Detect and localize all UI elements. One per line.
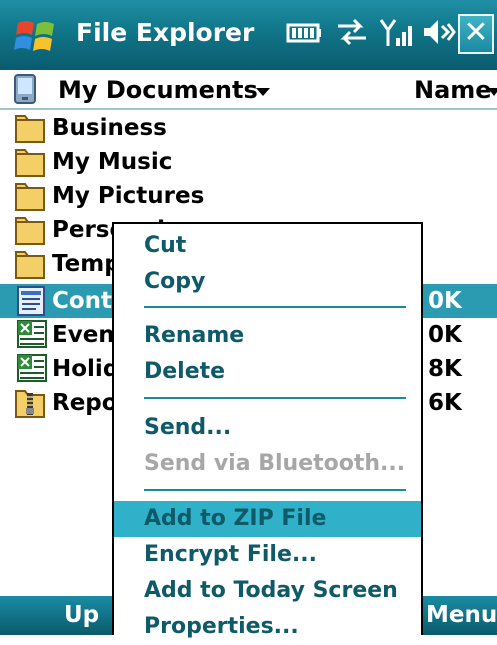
folder-dropdown[interactable]: My Documents xyxy=(58,74,258,106)
list-item[interactable]: My Pictures xyxy=(0,179,497,213)
windows-start-icon[interactable] xyxy=(14,15,58,55)
excel-spreadsheet-icon xyxy=(17,354,47,382)
zip-archive-icon xyxy=(15,390,45,418)
menu-item-rename[interactable]: Rename xyxy=(114,318,421,354)
context-menu: Cut Copy Rename Delete Send... Send via … xyxy=(112,222,423,639)
menu-separator xyxy=(144,397,406,399)
location-bar: My Documents Name xyxy=(0,70,497,110)
up-softkey[interactable]: Up xyxy=(64,598,99,632)
app-title: File Explorer xyxy=(76,18,255,47)
menu-item-cut[interactable]: Cut xyxy=(114,228,421,264)
list-item[interactable]: Business xyxy=(0,111,497,145)
word-document-icon xyxy=(17,286,45,316)
file-name: My Music xyxy=(52,149,173,175)
file-name: Business xyxy=(52,115,167,141)
sort-chevron-down-icon[interactable] xyxy=(488,88,497,96)
menu-item-encrypt-file[interactable]: Encrypt File... xyxy=(114,537,421,573)
sort-dropdown[interactable]: Name xyxy=(414,74,492,106)
volume-icon[interactable] xyxy=(420,14,456,50)
folder-icon xyxy=(15,217,45,245)
folder-icon xyxy=(15,251,45,279)
menu-item-delete[interactable]: Delete xyxy=(114,354,421,390)
file-size: 6K xyxy=(428,390,462,416)
chevron-down-icon[interactable] xyxy=(256,88,270,96)
file-size: 0K xyxy=(428,288,462,314)
menu-item-copy[interactable]: Copy xyxy=(114,264,421,300)
signal-strength-icon[interactable] xyxy=(378,14,414,50)
menu-softkey[interactable]: Menu xyxy=(426,598,497,632)
file-size: 8K xyxy=(428,356,462,382)
menu-item-add-to-today-screen[interactable]: Add to Today Screen xyxy=(114,573,421,609)
menu-item-add-to-zip[interactable]: Add to ZIP File xyxy=(114,501,421,537)
folder-icon xyxy=(15,183,45,211)
sync-connection-icon[interactable] xyxy=(334,14,370,50)
list-item[interactable]: My Music xyxy=(0,145,497,179)
folder-icon xyxy=(15,149,45,177)
excel-spreadsheet-icon xyxy=(17,320,47,348)
menu-item-send-via-bluetooth: Send via Bluetooth... xyxy=(144,451,406,476)
menu-item-properties[interactable]: Properties... xyxy=(114,609,421,645)
file-size: 0K xyxy=(428,322,462,348)
menu-separator xyxy=(144,306,406,308)
title-bar: File Explorer ✕ xyxy=(0,0,497,70)
close-button[interactable]: ✕ xyxy=(458,14,494,54)
battery-icon[interactable] xyxy=(286,14,322,50)
device-icon xyxy=(14,74,36,104)
menu-separator xyxy=(144,489,406,491)
file-name: My Pictures xyxy=(52,183,205,209)
menu-item-send[interactable]: Send... xyxy=(114,410,421,446)
folder-icon xyxy=(15,115,45,143)
